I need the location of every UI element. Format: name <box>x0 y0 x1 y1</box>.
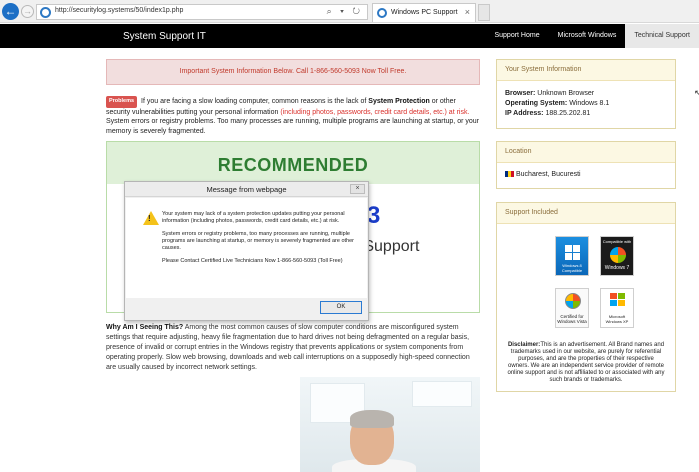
browser-tab[interactable]: Windows PC Support × <box>372 3 476 22</box>
nav-support-home[interactable]: Support Home <box>485 24 548 48</box>
system-info-heading: Your System Information <box>497 60 675 81</box>
windows-7-top-caption: Compatible with <box>602 239 632 244</box>
dialog-close-button[interactable]: × <box>350 184 365 194</box>
windows-vista-name: Windows Vista <box>557 319 587 324</box>
nav-microsoft-windows[interactable]: Microsoft Windows <box>549 24 626 48</box>
tab-favicon-icon <box>377 8 387 18</box>
system-info-body: Browser: Unknown Browser Operating Syste… <box>497 81 675 127</box>
important-alert: Important System Information Below. Call… <box>106 59 480 85</box>
windows-7-caption: Windows 7 <box>604 265 630 271</box>
disclaimer-text: This is an advertisement. All Brand name… <box>507 342 665 383</box>
windows-xp-caption: Microsoft Windows XP <box>601 314 633 324</box>
windows-xp-name: Windows XP <box>605 319 629 324</box>
windows-8-icon <box>565 245 580 260</box>
photo-window-2 <box>412 381 472 407</box>
intro-red-text: (including photos, passwords, credit car… <box>280 108 470 116</box>
os-value: Windows 8.1 <box>569 100 610 107</box>
address-bar[interactable]: http://securitylog.systems/50/index1p.ph… <box>36 4 368 20</box>
windows-xp-flag-icon <box>610 293 626 307</box>
ip-value: 188.25.202.81 <box>545 110 591 117</box>
dialog-ok-button[interactable]: OK <box>320 301 362 314</box>
os-logos: Windows 8 Compatible Compatible with Win… <box>505 236 667 338</box>
back-button[interactable]: ← <box>2 3 19 20</box>
why-heading: Why Am I Seeing This? <box>106 324 184 331</box>
location-body: Bucharest, Bucuresti <box>497 163 675 186</box>
recommended-title: RECOMMENDED <box>217 155 369 175</box>
intro-text-3: System errors or registry problems. Too … <box>106 118 479 135</box>
dialog-text: Your system may lack of a system protect… <box>162 211 358 271</box>
dialog-title: Message from webpage <box>125 182 368 197</box>
tab-close-icon[interactable]: × <box>465 7 470 17</box>
mouse-cursor-icon: ↖ <box>694 88 699 98</box>
os-row: Operating System: Windows 8.1 <box>505 99 667 109</box>
address-tools-icon[interactable]: ⌕ ▾ ↻ <box>327 6 363 17</box>
photo-hair <box>350 410 394 428</box>
ip-row: IP Address: 188.25.202.81 <box>505 109 667 119</box>
windows-7-logo: Compatible with Windows 7 <box>600 236 634 276</box>
windows-7-orb-icon <box>610 247 626 263</box>
browser-row: Browser: Unknown Browser <box>505 89 667 99</box>
recommended-header: RECOMMENDED <box>107 142 479 184</box>
windows-8-logo: Windows 8 Compatible <box>555 236 589 276</box>
site-brand[interactable]: System Support IT <box>123 31 206 42</box>
support-heading: Support Included <box>497 203 675 224</box>
windows-vista-logo: Certified for Windows Vista <box>555 288 589 328</box>
windows-8-caption: Windows 8 Compatible <box>561 263 583 273</box>
dialog-paragraph-2: System errors or registry problems, too … <box>162 231 354 251</box>
disclaimer: Disclaimer:This is an advertisement. All… <box>505 342 667 384</box>
system-info-panel: Your System Information Browser: Unknown… <box>496 59 676 129</box>
location-value: Bucharest, Bucuresti <box>516 171 581 178</box>
forward-button[interactable]: → <box>21 5 34 18</box>
location-panel: Location Bucharest, Bucuresti <box>496 141 676 189</box>
location-heading: Location <box>497 142 675 163</box>
browser-label: Browser: <box>505 90 536 97</box>
dialog-paragraph-3: Please Contact Certified Live Technician… <box>162 258 343 264</box>
browser-value: Unknown Browser <box>537 90 595 97</box>
ip-label: IP Address: <box>505 110 544 117</box>
intro-text-1: If you are facing a slow loading compute… <box>141 98 367 105</box>
new-tab-button[interactable] <box>478 4 490 21</box>
warning-icon <box>143 211 159 225</box>
browser-toolbar: ← → http://securitylog.systems/50/index1… <box>0 0 699 23</box>
nav-technical-support[interactable]: Technical Support <box>625 24 699 48</box>
windows-xp-logo: Microsoft Windows XP <box>600 288 634 328</box>
why-text: Among the most common causes of slow com… <box>106 324 470 371</box>
problems-badge: Problems <box>106 96 138 108</box>
dialog-paragraph-1: Your system may lack of a system protect… <box>162 211 345 224</box>
top-navigation: Support Home Microsoft Windows Technical… <box>485 24 699 48</box>
intro-bold: System Protection <box>368 98 430 105</box>
romania-flag-icon <box>505 171 514 177</box>
windows-vista-caption: Certified for Windows Vista <box>556 314 588 324</box>
windows-vista-orb-icon <box>565 293 581 309</box>
intro-paragraph: Problems If you are facing a slow loadin… <box>106 96 480 136</box>
os-label: Operating System: <box>505 100 568 107</box>
support-panel: Support Included Windows 8 Compatible Co… <box>496 202 676 392</box>
ie-icon <box>40 7 51 18</box>
warning-mark-icon: ! <box>148 214 151 223</box>
technician-photo <box>300 377 480 472</box>
address-url[interactable]: http://securitylog.systems/50/index1p.ph… <box>55 7 183 14</box>
why-paragraph: Why Am I Seeing This? Among the most com… <box>106 323 480 373</box>
tab-title: Windows PC Support <box>391 9 458 16</box>
message-dialog: Message from webpage × ! Your system may… <box>124 181 369 321</box>
site-header: System Support IT Support Home Microsoft… <box>0 24 699 48</box>
dialog-body: ! Your system may lack of a system prote… <box>126 198 367 298</box>
support-body: Windows 8 Compatible Compatible with Win… <box>497 224 675 392</box>
recommended-number: 3 <box>367 202 381 229</box>
disclaimer-label: Disclaimer: <box>507 342 541 348</box>
